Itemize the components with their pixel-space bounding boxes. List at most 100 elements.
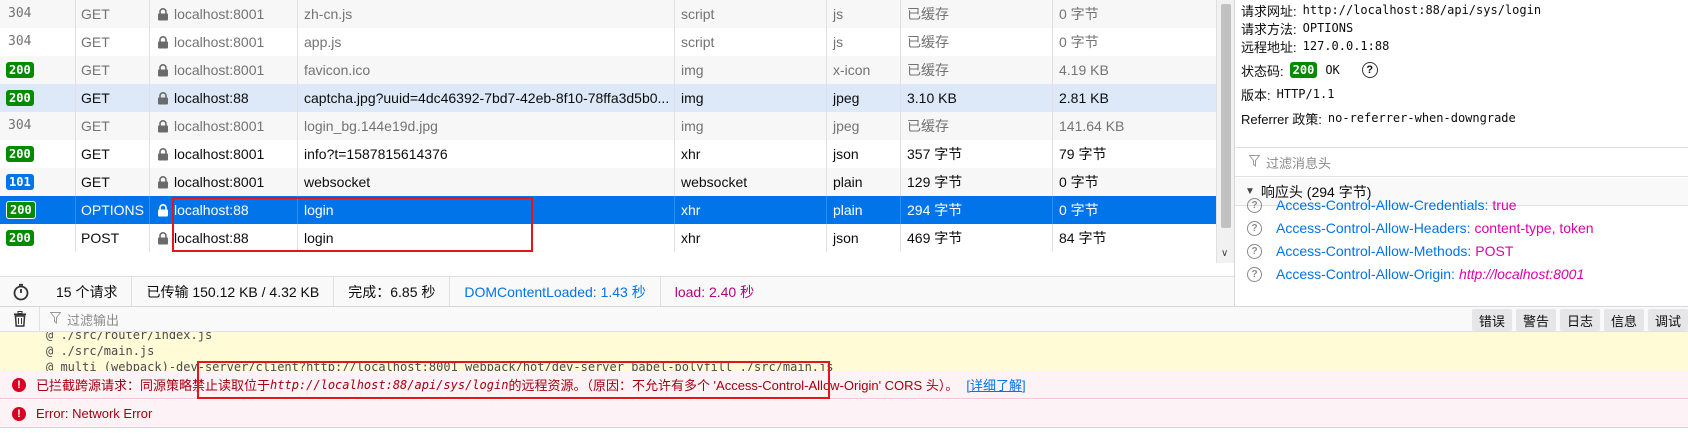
summary-load: load: 2.40 秒 xyxy=(674,283,755,300)
lock-icon xyxy=(157,36,169,49)
file-text: favicon.ico xyxy=(304,62,371,78)
response-header-row[interactable]: ? Access-Control-Allow-Origin: http://loca… xyxy=(1247,263,1584,285)
help-icon[interactable]: ? xyxy=(1247,220,1262,236)
detail-referrer-policy: Referrer 政策: no-referrer-when-downgrade xyxy=(1241,108,1516,128)
error-text-suffix: 的远程资源。（原因：不允许有多个 'Access-Control-Allow-O… xyxy=(508,378,959,393)
method-cell: POST xyxy=(76,224,150,252)
method-cell: OPTIONS xyxy=(76,196,150,224)
status-cell: 200 xyxy=(0,56,76,84)
transferred-cell: 469 字节 xyxy=(901,224,1053,252)
detail-value: OPTIONS xyxy=(1302,21,1354,35)
lock-icon xyxy=(157,232,169,245)
help-icon[interactable]: ? xyxy=(1247,197,1262,213)
transferred-cell: 已缓存 xyxy=(901,28,1053,56)
error-text: Error: Network Error xyxy=(36,406,153,421)
detail-value[interactable]: http://localhost:88/api/sys/login xyxy=(1303,3,1541,17)
response-header-row[interactable]: ? Access-Control-Allow-Methods: POST xyxy=(1247,240,1513,262)
network-request-row[interactable]: 200 GET localhost:88 captcha.jpg?uuid=4dc46… xyxy=(0,84,1216,112)
type-cell: plain xyxy=(827,196,901,224)
file-cell: websocket xyxy=(298,168,675,196)
file-cell: app.js xyxy=(298,28,675,56)
cause-cell: img xyxy=(675,112,827,140)
header-name: Access-Control-Allow-Headers: xyxy=(1276,220,1471,236)
level-info-button[interactable]: 信息 xyxy=(1603,309,1644,331)
detail-value: OK xyxy=(1325,63,1340,77)
filter-output-placeholder: 过滤输出 xyxy=(67,312,120,328)
status-cell: 200 xyxy=(0,224,76,252)
console-output: @ ./src/router/index.js @ ./src/main.js … xyxy=(0,332,1688,439)
level-debug-button[interactable]: 调试 xyxy=(1647,309,1688,331)
filter-output-input[interactable]: 过滤输出 xyxy=(40,310,119,329)
console-error-network: ! Error: Network Error xyxy=(0,400,1688,428)
clear-console-trash-icon[interactable] xyxy=(0,307,40,331)
learn-more-link[interactable]: [详细了解] xyxy=(966,375,1025,394)
type-cell: jpeg xyxy=(827,84,901,112)
error-icon: ! xyxy=(12,406,26,421)
error-url: http://localhost:88/api/sys/login xyxy=(270,377,509,392)
size-cell: 0 字节 xyxy=(1059,6,1099,22)
status-cell: 304 xyxy=(0,28,76,56)
detail-key: 状态码: xyxy=(1241,63,1284,79)
size-cell: 2.81 KB xyxy=(1059,90,1109,106)
domain-cell: localhost:8001 xyxy=(150,140,298,168)
scroll-down-arrow-icon[interactable]: ∨ xyxy=(1221,248,1228,259)
summary-finish-time: 完成：6.85 秒 xyxy=(334,277,451,306)
status-badge: 304 xyxy=(8,34,32,49)
request-details-panel: 请求网址: http://localhost:88/api/sys/login … xyxy=(1234,0,1688,306)
network-request-row[interactable]: 304 GET localhost:8001 app.js script js 已缓存 0 字… xyxy=(0,28,1216,56)
status-badge: 200 xyxy=(6,62,34,78)
network-scrollbar[interactable]: ∨ xyxy=(1216,0,1234,263)
detail-key: 请求方法: xyxy=(1241,21,1297,37)
status-badge: 200 xyxy=(1289,62,1318,78)
response-header-row[interactable]: ? Access-Control-Allow-Headers: content-ty… xyxy=(1247,217,1594,239)
summary-domcontentloaded: DOMContentLoaded: 1.43 秒 xyxy=(450,277,661,306)
scrollbar-thumb[interactable] xyxy=(1221,4,1231,228)
help-icon[interactable]: ? xyxy=(1361,62,1378,78)
filter-headers-input[interactable]: 过滤消息头 xyxy=(1235,147,1688,177)
status-badge: 200 xyxy=(6,230,34,246)
lock-icon xyxy=(157,204,169,217)
domain-text: localhost:8001 xyxy=(174,118,265,134)
file-text: login xyxy=(304,202,334,218)
network-request-row[interactable]: 200 GET localhost:8001 info?t=1587815614376… xyxy=(0,140,1216,168)
summary-transferred: 已传输 150.12 KB / 4.32 KB xyxy=(132,277,335,306)
transferred-cell: 3.10 KB xyxy=(901,84,1053,112)
lock-icon xyxy=(157,92,169,105)
help-icon[interactable]: ? xyxy=(1247,266,1262,282)
cause-cell: img xyxy=(675,84,827,112)
method-cell: GET xyxy=(76,168,150,196)
method-cell: GET xyxy=(76,140,150,168)
lock-icon xyxy=(157,176,169,189)
level-logs-button[interactable]: 日志 xyxy=(1559,309,1600,331)
help-icon[interactable]: ? xyxy=(1247,243,1262,259)
file-cell: login xyxy=(298,224,675,252)
method-cell: GET xyxy=(76,84,150,112)
lock-icon xyxy=(157,8,169,21)
network-request-row[interactable]: 200 OPTIONS localhost:88 login xhr plain 294 字… xyxy=(0,196,1216,224)
stopwatch-icon[interactable] xyxy=(0,277,42,306)
detail-key: 远程地址: xyxy=(1241,39,1297,55)
status-badge: 200 xyxy=(6,146,34,162)
level-errors-button[interactable]: 错误 xyxy=(1471,309,1512,331)
domain-cell: localhost:8001 xyxy=(150,0,298,28)
summary-request-count: 15 个请求 xyxy=(42,277,133,306)
network-request-row[interactable]: 200 GET localhost:8001 favicon.ico img x-icon… xyxy=(0,56,1216,84)
network-request-row[interactable]: 304 GET localhost:8001 zh-cn.js script js 已缓存 0… xyxy=(0,0,1216,28)
level-warnings-button[interactable]: 警告 xyxy=(1515,309,1556,331)
filter-funnel-icon xyxy=(49,311,62,327)
status-badge: 200 xyxy=(6,201,36,219)
stack-line: @ ./src/router/index.js xyxy=(46,332,213,342)
header-value: http://localhost:8001 xyxy=(1458,266,1585,282)
method-cell: GET xyxy=(76,28,150,56)
domain-text: localhost:8001 xyxy=(174,6,265,22)
network-request-row[interactable]: 200 POST localhost:88 login xhr json 469 字节 84 … xyxy=(0,224,1216,252)
file-cell: favicon.ico xyxy=(298,56,675,84)
response-header-row[interactable]: ? Access-Control-Allow-Credentials: true xyxy=(1247,194,1517,216)
cause-cell: script xyxy=(675,0,827,28)
transferred-cell: 已缓存 xyxy=(901,56,1053,84)
size-cell: 84 字节 xyxy=(1059,230,1107,246)
network-request-row[interactable]: 101 GET localhost:8001 websocket websocket pl… xyxy=(0,168,1216,196)
filter-headers-placeholder: 过滤消息头 xyxy=(1266,155,1332,171)
network-request-row[interactable]: 304 GET localhost:8001 login_bg.144e19d.jpg… xyxy=(0,112,1216,140)
transferred-cell: 357 字节 xyxy=(901,140,1053,168)
